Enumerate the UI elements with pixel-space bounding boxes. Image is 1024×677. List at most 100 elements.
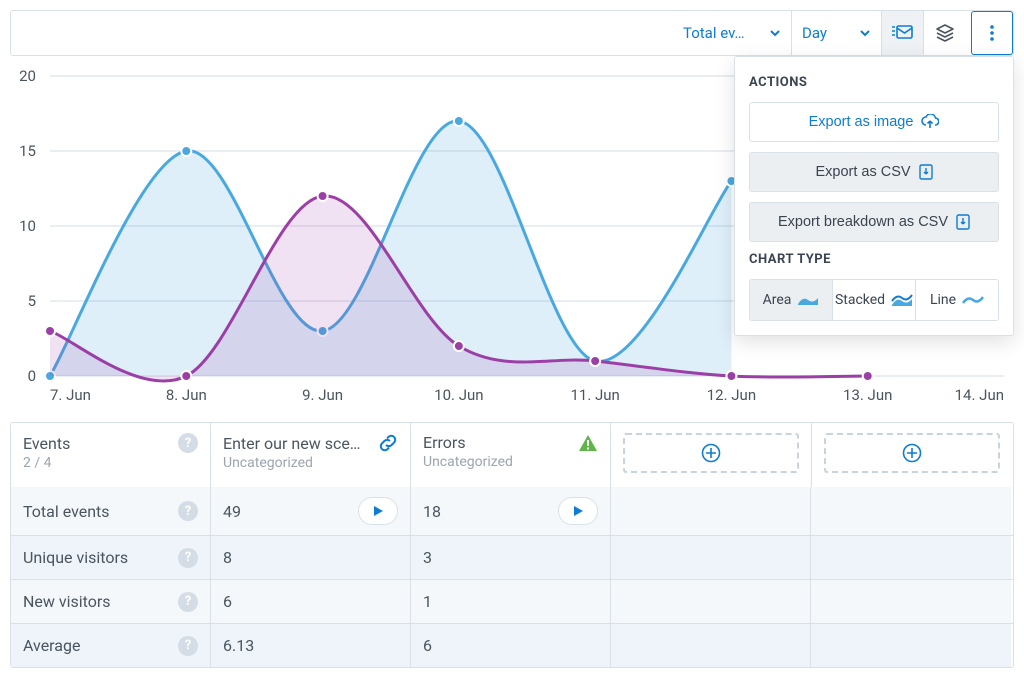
x-tick: 9. Jun [302,386,343,404]
row-label: Unique visitors [23,548,168,567]
column-2-header-cell: Errors Uncategorized [411,423,611,487]
y-tick: 10 [19,217,36,235]
chart-type-area[interactable]: Area [750,280,833,320]
play-button[interactable] [558,497,598,525]
y-tick: 5 [28,292,36,310]
data-point[interactable] [590,356,600,366]
chart-type-area-label: Area [763,292,792,308]
kebab-icon [989,24,995,42]
actions-popover: ACTIONS Export as image Export as CSV Ex… [734,56,1014,336]
metric-dropdown[interactable]: Total ev… [673,11,791,55]
chart-type-stacked-label: Stacked [835,292,885,308]
help-icon[interactable]: ? [178,592,198,612]
table-row: Average?6.13 6 [11,623,1013,667]
empty-cell [811,536,1011,579]
data-point[interactable] [454,341,464,351]
export-breakdown-label: Export breakdown as CSV [778,214,948,230]
export-csv-label: Export as CSV [815,164,910,180]
y-tick: 20 [19,67,36,85]
data-point[interactable] [45,326,55,336]
link-icon[interactable] [378,433,398,453]
help-icon[interactable]: ? [178,548,198,568]
value-cell: 6 [411,624,611,667]
value-cell: 6.13 [211,624,411,667]
x-tick: 12. Jun [707,386,756,404]
add-column-cell-2 [812,423,1012,487]
metric-dropdown-label: Total ev… [683,24,745,42]
y-tick: 15 [19,142,36,160]
chart-type-selector: Area Stacked Line [749,279,999,321]
table-body: Total events?4918Unique visitors?83New v… [11,487,1013,667]
file-download-icon [919,164,933,180]
mail-icon [892,24,914,42]
chart-toolbar: Total ev… Day [10,10,1014,56]
empty-cell [811,580,1011,623]
x-tick: 14. Jun [955,386,1004,404]
events-counter: 2 / 4 [23,455,198,471]
chart-type-line[interactable]: Line [916,280,998,320]
help-icon[interactable]: ? [178,501,198,521]
chart-type-heading: CHART TYPE [749,252,999,267]
area-chart-icon [797,294,819,306]
export-image-button[interactable]: Export as image [749,102,999,142]
data-point[interactable] [181,146,191,156]
email-report-button[interactable] [881,11,923,55]
column-2-title: Errors [423,433,466,452]
empty-cell [611,487,811,535]
data-point[interactable] [726,371,736,381]
metrics-table: Events ? 2 / 4 Enter our new sce… Uncate… [10,422,1014,668]
data-point[interactable] [181,371,191,381]
add-column-button[interactable] [623,433,799,473]
overlay-layers-button[interactable] [923,11,965,55]
row-label: New visitors [23,592,168,611]
column-2-subtitle: Uncategorized [423,454,598,470]
plus-circle-icon [701,443,721,463]
value-cell: 49 [211,487,411,535]
cell-value: 6 [423,636,432,655]
empty-cell [811,624,1011,667]
export-csv-button[interactable]: Export as CSV [749,152,999,192]
help-icon[interactable]: ? [178,433,198,453]
cell-value: 1 [423,592,432,611]
add-column-cell-1 [611,423,812,487]
file-download-icon [956,214,970,230]
x-tick: 11. Jun [570,386,619,404]
x-tick: 7. Jun [50,386,91,404]
chevron-down-icon [769,27,781,39]
x-tick: 13. Jun [843,386,892,404]
more-actions-button[interactable] [971,11,1013,55]
data-point[interactable] [318,191,328,201]
export-breakdown-csv-button[interactable]: Export breakdown as CSV [749,202,999,242]
line-chart-icon [962,294,984,306]
x-tick: 8. Jun [166,386,207,404]
events-header-title: Events [23,434,70,453]
warning-icon[interactable] [578,434,598,452]
add-column-button[interactable] [824,433,1000,473]
chart-type-stacked[interactable]: Stacked [833,280,916,320]
export-image-label: Export as image [809,114,914,130]
granularity-dropdown[interactable]: Day [791,11,881,55]
value-cell: 1 [411,580,611,623]
play-icon [572,505,584,517]
table-row: New visitors? 6 1 [11,579,1013,623]
x-tick: 10. Jun [434,386,483,404]
table-header-row: Events ? 2 / 4 Enter our new sce… Uncate… [11,423,1013,487]
help-icon[interactable]: ? [178,636,198,656]
empty-cell [611,580,811,623]
column-1-subtitle: Uncategorized [223,455,398,471]
data-point[interactable] [454,116,464,126]
data-point[interactable] [863,371,873,381]
play-icon [372,505,384,517]
cell-value: 3 [423,548,432,567]
row-label-cell: New visitors? [11,580,211,623]
value-cell: 18 [411,487,611,535]
column-1-header-cell: Enter our new sce… Uncategorized [211,423,411,487]
value-cell: 3 [411,536,611,579]
play-button[interactable] [358,497,398,525]
events-header-cell: Events ? 2 / 4 [11,423,211,487]
cell-value: 6 [223,592,232,611]
row-label-cell: Average? [11,624,211,667]
table-row: Total events?4918 [11,487,1013,535]
empty-cell [811,487,1011,535]
actions-heading: ACTIONS [749,75,999,90]
